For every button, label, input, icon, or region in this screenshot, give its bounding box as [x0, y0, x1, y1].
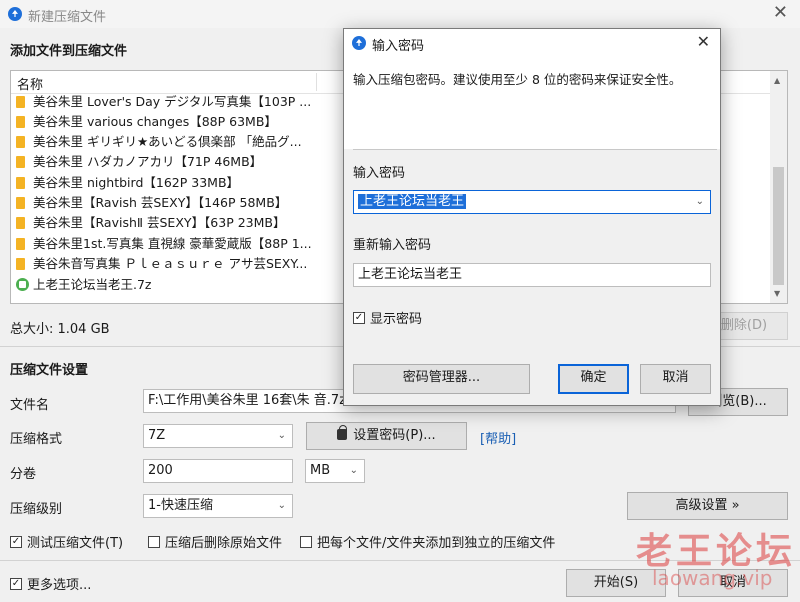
settings-heading: 压缩文件设置	[10, 363, 89, 378]
scroll-down-icon[interactable]: ▼	[774, 289, 780, 298]
password-value: 上老王论坛当老王	[358, 194, 467, 209]
format-select[interactable]: 7Z ⌄	[143, 424, 293, 448]
vertical-scrollbar[interactable]: ▲ ▼	[770, 71, 787, 303]
title-bar: 新建压缩文件 ✕	[0, 0, 800, 28]
help-link[interactable]: [帮助]	[480, 428, 516, 447]
chevron-down-icon: ⌄	[277, 500, 286, 511]
window-title: 新建压缩文件	[28, 10, 107, 25]
chevron-down-icon: ⌄	[349, 465, 358, 476]
checkbox-icon[interactable]	[300, 536, 312, 548]
separate-archives-checkbox[interactable]: 把每个文件/文件夹添加到独立的压缩文件	[300, 532, 555, 551]
app-logo-icon	[352, 36, 366, 50]
chevron-down-icon[interactable]: ⌄	[696, 191, 704, 213]
total-size: 总大小: 1.04 GB	[10, 322, 110, 337]
lock-icon	[337, 425, 348, 440]
advanced-settings-button[interactable]: 高级设置 »	[627, 492, 788, 520]
filename-label: 文件名	[10, 398, 50, 413]
password-input[interactable]: 上老王论坛当老王 ⌄	[353, 190, 711, 214]
folder-icon	[16, 258, 25, 270]
more-options-checkbox[interactable]: 更多选项...	[10, 574, 91, 593]
password-manager-button[interactable]: 密码管理器...	[353, 364, 530, 394]
list-item[interactable]: 美谷朱里 ハダカノアカリ【71P 46MB】	[16, 152, 336, 172]
level-value: 1-快速压缩	[148, 498, 213, 513]
folder-icon	[16, 96, 25, 108]
format-label: 压缩格式	[10, 432, 63, 447]
watermark-url: laowang.vip	[652, 566, 773, 590]
archive-icon	[16, 278, 29, 291]
dialog-cancel-button[interactable]: 取消	[640, 364, 711, 394]
test-archive-checkbox[interactable]: 测试压缩文件(T)	[10, 532, 123, 551]
checkbox-checked-icon[interactable]	[10, 578, 22, 590]
column-separator[interactable]	[316, 73, 317, 91]
reenter-label: 重新输入密码	[353, 238, 432, 253]
ok-button[interactable]: 确定	[558, 364, 629, 394]
list-item[interactable]: 美谷朱里 ギリギリ★あいどる倶楽部 「絶品グ...	[16, 132, 336, 152]
volume-unit-select[interactable]: MB ⌄	[305, 459, 365, 483]
chevron-down-icon: ⌄	[277, 430, 286, 441]
list-item[interactable]: 美谷朱里【Ravish 芸SEXY】【146P 58MB】	[16, 193, 336, 213]
delete-after-checkbox[interactable]: 压缩后删除原始文件	[148, 532, 282, 551]
folder-icon	[16, 116, 25, 128]
volume-unit-value: MB	[310, 463, 331, 478]
set-password-button[interactable]: 设置密码(P)...	[306, 422, 467, 450]
folder-icon	[16, 156, 25, 168]
checkbox-icon[interactable]	[148, 536, 160, 548]
password-dialog: 输入密码 ✕ 输入压缩包密码。建议使用至少 8 位的密码来保证安全性。 输入密码…	[343, 28, 721, 406]
folder-icon	[16, 238, 25, 250]
divider	[353, 149, 717, 150]
checkbox-checked-icon[interactable]	[10, 536, 22, 548]
list-item[interactable]: 美谷朱里【RavishⅡ 芸SEXY】【63P 23MB】	[16, 213, 336, 233]
close-icon[interactable]: ✕	[773, 2, 788, 23]
level-label: 压缩级别	[10, 502, 63, 517]
column-header-name[interactable]: 名称	[17, 74, 43, 93]
folder-icon	[16, 197, 25, 209]
list-item[interactable]: 上老王论坛当老王.7z	[16, 275, 336, 295]
checkbox-checked-icon[interactable]	[353, 312, 365, 324]
password-label: 输入密码	[353, 166, 406, 181]
dialog-title-bar: 输入密码 ✕	[344, 29, 720, 57]
scrollbar-thumb[interactable]	[773, 167, 784, 285]
volume-label: 分卷	[10, 467, 37, 482]
password-hint: 输入压缩包密码。建议使用至少 8 位的密码来保证安全性。	[353, 72, 682, 87]
format-value: 7Z	[148, 428, 166, 443]
level-select[interactable]: 1-快速压缩 ⌄	[143, 494, 293, 518]
app-logo-icon	[8, 7, 22, 21]
add-files-heading: 添加文件到压缩文件	[10, 44, 128, 59]
list-item[interactable]: 美谷朱里 Lover's Day デジタル写真集【103P ...	[16, 92, 336, 112]
close-icon[interactable]: ✕	[697, 32, 710, 51]
folder-icon	[16, 136, 25, 148]
list-item[interactable]: 美谷朱里1st.写真集 直視線 豪華愛蔵版【88P 1...	[16, 234, 336, 254]
list-item[interactable]: 美谷朱里 nightbird【162P 33MB】	[16, 173, 336, 193]
dialog-title: 输入密码	[372, 39, 425, 54]
volume-input[interactable]: 200	[143, 459, 293, 483]
reenter-password-input[interactable]: 上老王论坛当老王	[353, 263, 711, 287]
show-password-checkbox[interactable]: 显示密码	[353, 308, 422, 327]
list-item[interactable]: 美谷朱里 various changes【88P 63MB】	[16, 112, 336, 132]
folder-icon	[16, 177, 25, 189]
scroll-up-icon[interactable]: ▲	[774, 76, 780, 85]
folder-icon	[16, 217, 25, 229]
list-item[interactable]: 美谷朱音写真集 Ｐｌｅａｓｕｒｅ アサ芸SEXY...	[16, 254, 336, 274]
